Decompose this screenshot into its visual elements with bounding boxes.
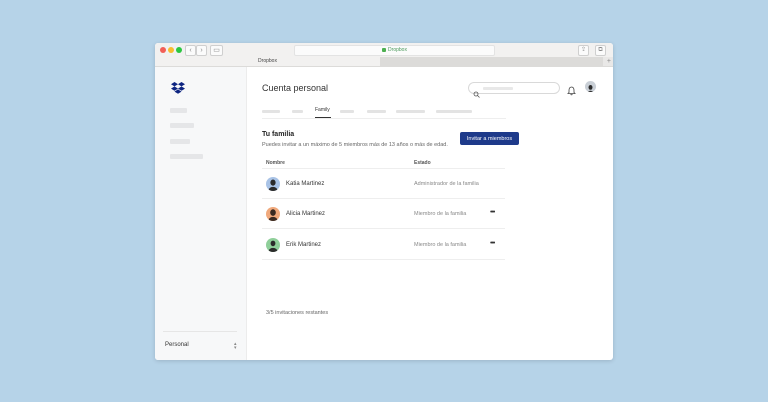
url-text: Dropbox: [388, 47, 407, 53]
sidebar-item-placeholder[interactable]: [170, 154, 203, 159]
member-name: Erik Martinez: [286, 242, 322, 248]
chevron-updown-icon[interactable]: ▴ ▾: [234, 342, 237, 351]
new-tab-button[interactable]: +: [607, 57, 611, 66]
member-name: Alicia Martinez: [286, 211, 326, 217]
row-divider: [262, 259, 505, 260]
table-row: Erik Martinez Miembro de la familia •••: [262, 230, 505, 260]
minimize-window-button[interactable]: [168, 47, 174, 53]
dropbox-logo-icon[interactable]: [171, 81, 185, 99]
member-name: Katia Martinez: [286, 181, 325, 187]
member-status: Administrador de la familia: [414, 181, 479, 187]
tab-placeholder[interactable]: [340, 110, 354, 113]
sidebar-item-placeholder[interactable]: [170, 139, 190, 144]
share-icon[interactable]: ⇪: [578, 45, 589, 56]
sidebar-toggle-icon[interactable]: ▭: [210, 45, 223, 56]
maximize-window-button[interactable]: [176, 47, 182, 53]
browser-tab-empty[interactable]: [380, 57, 603, 66]
member-avatar: [266, 177, 280, 191]
tab-placeholder[interactable]: [396, 110, 425, 113]
tab-family[interactable]: Family: [315, 107, 330, 113]
member-avatar: [266, 238, 280, 252]
browser-window: ‹ › ▭ Dropbox ⇪ ⧉ Dropbox + Personal ▴ ▾ …: [155, 43, 613, 360]
main-content: Cuenta personal Family Tu familia Puedes…: [247, 67, 613, 360]
table-row: Alicia Martinez Miembro de la familia ••…: [262, 199, 505, 229]
account-switcher-label[interactable]: Personal: [165, 342, 189, 348]
bell-icon[interactable]: [567, 83, 576, 101]
tab-placeholder[interactable]: [292, 110, 303, 113]
column-header-name: Nombre: [266, 160, 285, 166]
tabs-divider: [262, 118, 506, 119]
section-title: Tu familia: [262, 131, 295, 138]
tab-bar: Dropbox +: [155, 57, 613, 67]
sidebar-item-placeholder[interactable]: [170, 108, 187, 113]
browser-tab-title: Dropbox: [258, 58, 277, 64]
browser-tab-dropbox[interactable]: Dropbox: [155, 57, 380, 66]
tab-placeholder[interactable]: [367, 110, 386, 113]
member-status: Miembro de la familia: [414, 242, 467, 248]
more-options-icon[interactable]: •••: [490, 209, 495, 216]
back-button[interactable]: ‹: [185, 45, 196, 56]
tab-placeholder[interactable]: [262, 110, 280, 113]
search-icon: [473, 85, 480, 103]
search-placeholder: [483, 87, 513, 90]
lock-icon: [382, 47, 387, 52]
sidebar: Personal ▴ ▾: [155, 67, 247, 360]
member-status: Miembro de la familia: [414, 211, 467, 217]
section-description: Puedes invitar a un máximo de 5 miembros…: [262, 142, 448, 148]
remaining-invitations: 3/5 invitaciones restantes: [266, 310, 329, 316]
table-row: Katia Martinez Administrador de la famil…: [262, 169, 505, 199]
page-title: Cuenta personal: [262, 83, 329, 93]
sidebar-divider: [163, 331, 237, 332]
search-input[interactable]: [468, 82, 560, 98]
column-header-status: Estado: [414, 160, 431, 166]
tab-placeholder[interactable]: [436, 110, 472, 113]
sidebar-item-placeholder[interactable]: [170, 123, 194, 128]
row-divider: [262, 228, 505, 229]
tabs-overview-icon[interactable]: ⧉: [595, 45, 606, 56]
more-options-icon[interactable]: •••: [490, 240, 495, 247]
forward-button[interactable]: ›: [196, 45, 207, 56]
browser-titlebar: ‹ › ▭ Dropbox ⇪ ⧉: [155, 43, 613, 58]
invite-members-button[interactable]: Invitar a miembros: [460, 132, 519, 145]
member-avatar: [266, 207, 280, 221]
address-bar[interactable]: Dropbox: [294, 45, 495, 56]
close-window-button[interactable]: [160, 47, 166, 53]
avatar[interactable]: [585, 81, 596, 92]
